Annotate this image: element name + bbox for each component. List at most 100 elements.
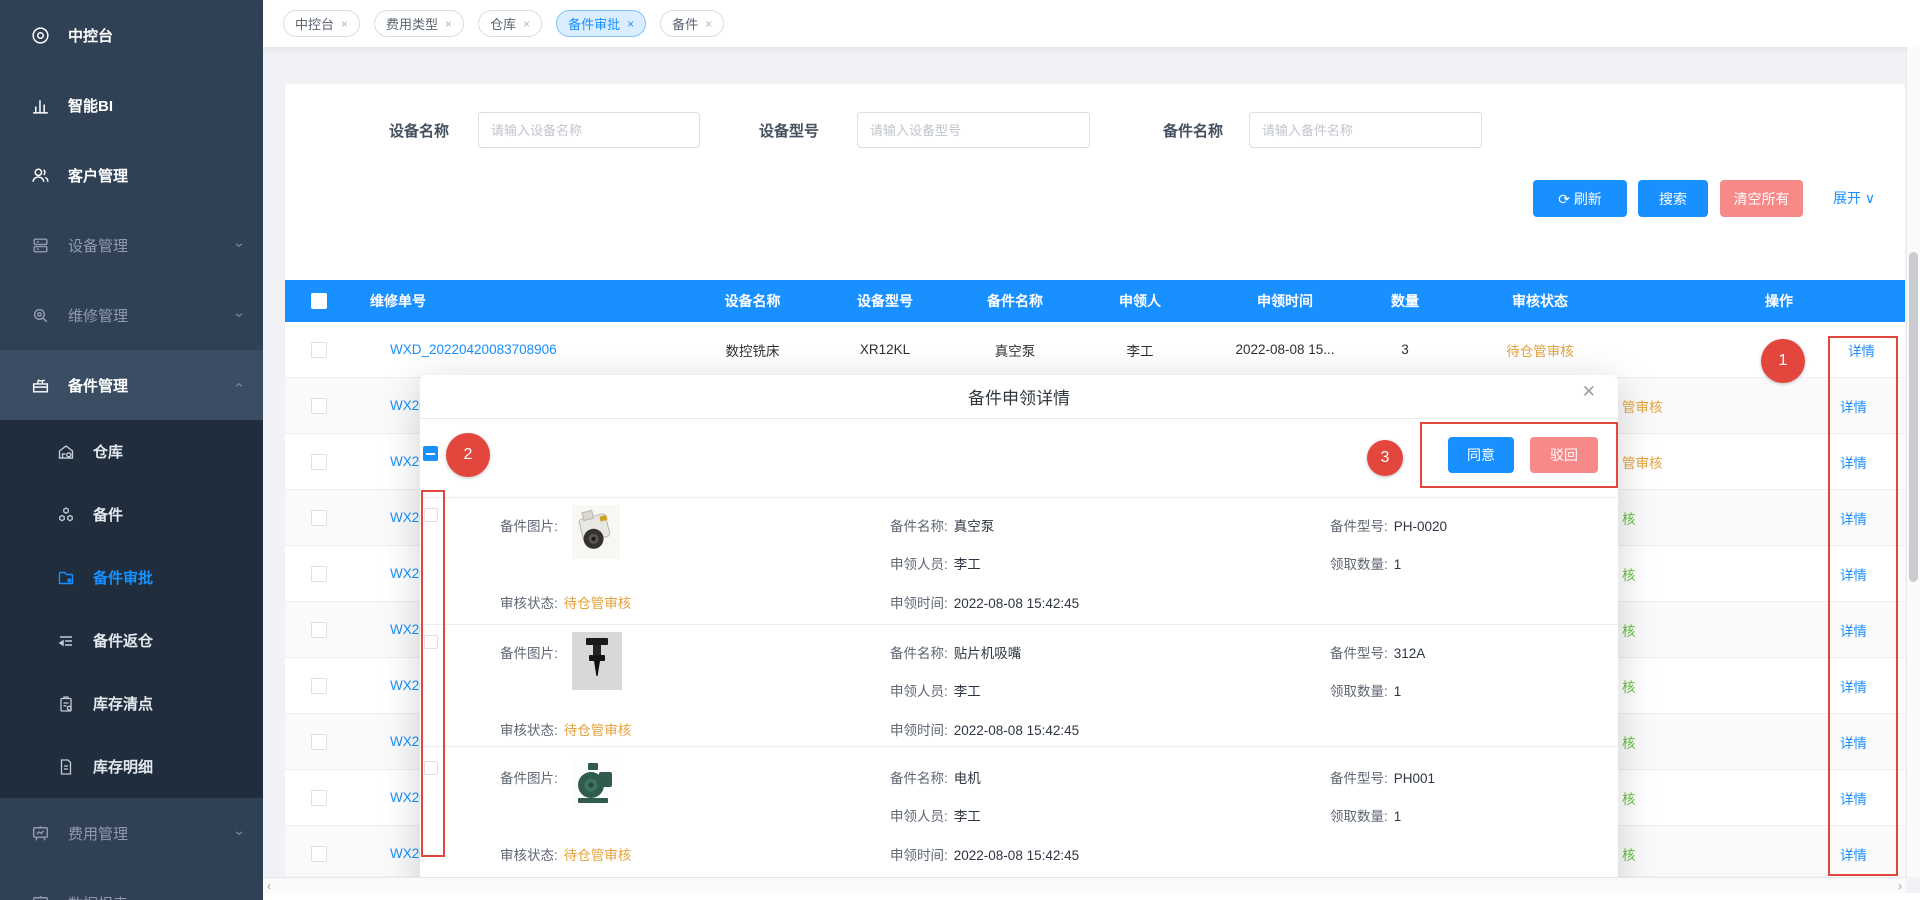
scroll-left-arrow[interactable]: ‹ [267, 878, 271, 894]
scroll-right-arrow[interactable]: › [1898, 878, 1902, 894]
sidebar-item-spare-return[interactable]: 备件返仓 [0, 609, 263, 672]
close-icon[interactable]: ✕ [1582, 382, 1596, 402]
applicant-value: 李工 [954, 684, 981, 699]
clear-all-button[interactable]: 清空所有 [1720, 180, 1803, 217]
part-name-input[interactable] [1249, 112, 1482, 148]
chevron-down-icon: ∨ [1865, 190, 1875, 206]
column-header: 数量 [1370, 291, 1440, 311]
applicant-label: 申领人员: [890, 684, 948, 699]
select-all-checkbox[interactable] [311, 293, 327, 309]
close-icon[interactable]: × [523, 17, 530, 31]
sidebar-item-label: 中控台 [68, 25, 113, 46]
sidebar-item-repair[interactable]: 维修管理 [0, 280, 263, 350]
sidebar-submenu: 仓库 备件 备件审批 备件返仓 库存清点 库存明细 [0, 420, 263, 798]
column-header: 申领人 [1080, 291, 1200, 311]
status-badge: 核 [1622, 844, 1636, 864]
nozzle-photo [572, 632, 622, 690]
status-badge: 待仓管审核 [1440, 340, 1640, 360]
status-badge: 核 [1622, 564, 1636, 584]
part-name-value: 真空泵 [954, 519, 995, 534]
sidebar-item-bi[interactable]: 智能BI [0, 70, 263, 140]
sidebar-item-spare-approval[interactable]: 备件审批 [0, 546, 263, 609]
sidebar-item-label: 维修管理 [68, 305, 128, 326]
time-label: 申领时间: [890, 848, 948, 863]
stocktake-icon [56, 694, 76, 714]
model-line: 备件型号:PH001 [1330, 767, 1435, 787]
refresh-icon: ⟳ [1558, 191, 1570, 207]
close-icon[interactable]: × [445, 17, 452, 31]
row-checkbox[interactable] [311, 790, 327, 806]
sidebar-item-stock-detail[interactable]: 库存明细 [0, 735, 263, 798]
tab-label: 备件 [672, 14, 698, 33]
sidebar-item-expense[interactable]: 费用管理 [0, 798, 263, 868]
time-line: 申领时间:2022-08-08 15:42:45 [890, 592, 1079, 612]
row-checkbox[interactable] [311, 846, 327, 862]
scrollbar-thumb[interactable] [1909, 252, 1918, 582]
qty-label: 领取数量: [1330, 557, 1388, 572]
sidebar-item-devices[interactable]: 设备管理 [0, 210, 263, 280]
chevron-down-icon [233, 309, 245, 321]
annotation-circle-2: 2 [446, 433, 490, 477]
status-label: 审核状态: [500, 848, 558, 863]
column-header: 设备名称 [685, 291, 820, 311]
vertical-scrollbar[interactable] [1906, 47, 1920, 877]
table-row: WXD_20220420083708906 数控铣床 XR12KL 真空泵 李工… [285, 322, 1905, 378]
row-checkbox[interactable] [311, 678, 327, 694]
tab-spare-approval[interactable]: 备件审批× [556, 10, 646, 37]
sidebar-item-console[interactable]: 中控台 [0, 0, 263, 70]
row-checkbox[interactable] [311, 398, 327, 414]
refresh-button[interactable]: ⟳ 刷新 [1533, 180, 1627, 217]
sidebar-item-stocktake[interactable]: 库存清点 [0, 672, 263, 735]
approval-icon [56, 568, 76, 588]
status-badge: 核 [1622, 732, 1636, 752]
warehouse-icon [56, 442, 76, 462]
close-icon[interactable]: × [705, 17, 712, 31]
modal-title: 备件申领详情 [420, 384, 1618, 409]
name-label: 备件名称: [890, 771, 948, 786]
device-model-input[interactable] [857, 112, 1090, 148]
qty-label: 领取数量: [1330, 809, 1388, 824]
row-checkbox[interactable] [311, 454, 327, 470]
qty-value: 1 [1394, 684, 1402, 699]
tab-expense-type[interactable]: 费用类型× [374, 10, 464, 37]
list-item: 备件图片: 审核状态:待仓管审核 备件名称:真空泵 申领人员:李工 申领时间:2… [420, 497, 1618, 624]
expand-toggle[interactable]: 展开 ∨ [1833, 188, 1875, 208]
expense-icon [30, 823, 51, 844]
sidebar-item-report[interactable]: 数据报表 [0, 868, 263, 900]
part-name-label: 备件名称 [1163, 120, 1223, 141]
horizontal-scrollbar[interactable]: ‹› [263, 877, 1906, 893]
row-checkbox[interactable] [311, 342, 327, 358]
search-button[interactable]: 搜索 [1638, 180, 1708, 217]
order-link[interactable]: WXD_20220420083708906 [390, 342, 557, 357]
chevron-up-icon [233, 379, 245, 391]
sidebar-item-parts[interactable]: 备件 [0, 483, 263, 546]
time-label: 申领时间: [890, 596, 948, 611]
device-name-input[interactable] [478, 112, 700, 148]
sidebar-item-spares[interactable]: 备件管理 [0, 350, 263, 420]
model-line: 备件型号:PH-0020 [1330, 515, 1447, 535]
time-label: 申领时间: [890, 723, 948, 738]
tab-warehouse[interactable]: 仓库× [478, 10, 542, 37]
tab-console[interactable]: 中控台× [283, 10, 360, 37]
bottom-strip [263, 893, 1920, 900]
column-header: 操作 [1640, 291, 1905, 311]
image-label: 备件图片: [500, 515, 558, 535]
close-icon[interactable]: × [627, 17, 634, 31]
select-all-checkbox-indeterminate[interactable] [423, 446, 438, 461]
row-checkbox[interactable] [311, 566, 327, 582]
applicant-value: 李工 [954, 557, 981, 572]
tab-spare[interactable]: 备件 × [660, 10, 724, 37]
topbar: 中控台× 费用类型× 仓库× 备件审批× 备件 × [263, 0, 1920, 47]
sidebar-item-customers[interactable]: 客户管理 [0, 140, 263, 210]
device-name-label: 设备名称 [389, 120, 449, 141]
close-icon[interactable]: × [341, 17, 348, 31]
spare-item-list: 备件图片: 审核状态:待仓管审核 备件名称:真空泵 申领人员:李工 申领时间:2… [420, 497, 1618, 880]
row-checkbox[interactable] [311, 622, 327, 638]
customers-icon [30, 165, 51, 186]
sidebar-item-label: 备件返仓 [93, 630, 153, 651]
time-value: 2022-08-08 15:42:45 [954, 848, 1079, 863]
sidebar-item-warehouse[interactable]: 仓库 [0, 420, 263, 483]
row-checkbox[interactable] [311, 510, 327, 526]
row-checkbox[interactable] [311, 734, 327, 750]
applicant-value: 李工 [954, 809, 981, 824]
